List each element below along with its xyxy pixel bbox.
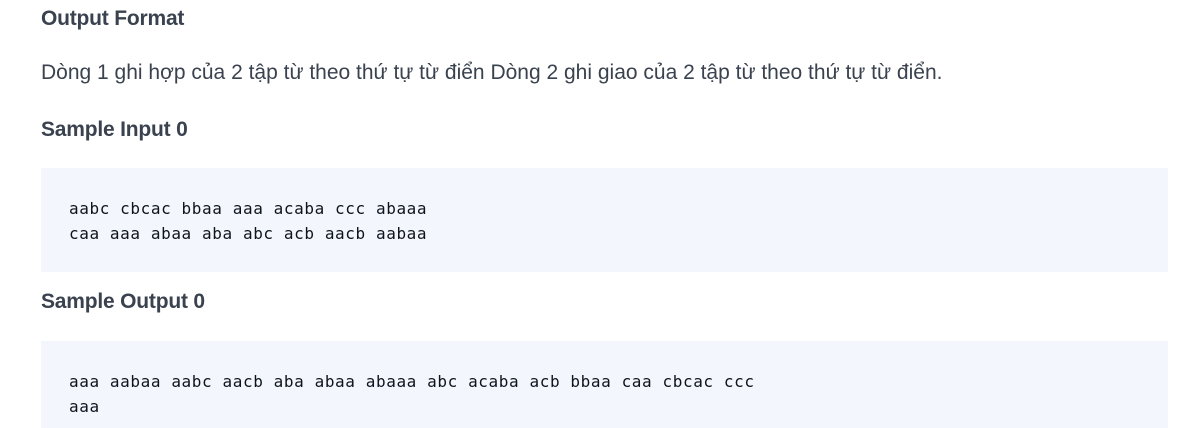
sample-input-code-block[interactable]: aabc cbcac bbaa aaa acaba ccc abaaa caa …: [41, 168, 1168, 272]
sample-output-line-1: aaa aabaa aabc aacb aba abaa abaaa abc a…: [69, 372, 755, 391]
output-format-heading: Output Format: [41, 7, 185, 30]
sample-input-line-1: aabc cbcac bbaa aaa acaba ccc abaaa: [69, 199, 428, 218]
sample-output-code-block[interactable]: aaa aabaa aabc aacb aba abaa abaaa abc a…: [41, 341, 1168, 428]
sample-input-heading: Sample Input 0: [41, 118, 188, 141]
sample-output-heading: Sample Output 0: [41, 290, 205, 313]
sample-input-line-2: caa aaa abaa aba abc acb aacb aabaa: [69, 224, 428, 243]
sample-output-line-2: aaa: [69, 397, 100, 416]
output-format-description: Dòng 1 ghi hợp của 2 tập từ theo thứ tự …: [41, 61, 943, 84]
